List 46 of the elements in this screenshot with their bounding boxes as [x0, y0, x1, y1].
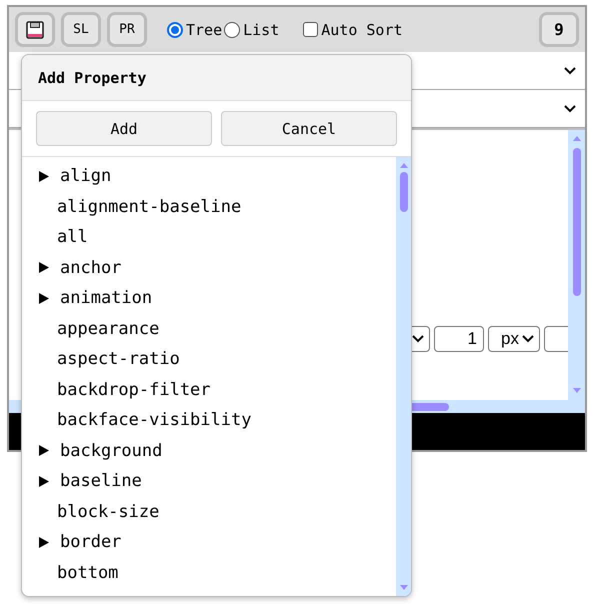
scroll-down-icon[interactable]: [398, 584, 408, 592]
property-item[interactable]: bottom: [57, 562, 118, 583]
dialog-title: Add Property: [38, 68, 146, 86]
vertical-scrollbar[interactable]: [568, 130, 585, 413]
chevron-icon: [563, 104, 577, 114]
dialog-button[interactable]: Cancel: [221, 111, 397, 146]
scroll-down-icon[interactable]: [572, 387, 582, 395]
toolbar-button[interactable]: SL: [61, 12, 101, 47]
property-item[interactable]: appearance: [57, 318, 160, 339]
property-item[interactable]: block-size: [57, 502, 160, 522]
count-button[interactable]: 9: [539, 12, 579, 47]
auto-sort-checkbox[interactable]: Auto Sort: [303, 20, 403, 38]
property-item[interactable]: backdrop-filter: [57, 380, 211, 400]
property-item[interactable]: anchor: [60, 258, 122, 278]
property-item[interactable]: all: [57, 227, 88, 248]
property-item[interactable]: alignment-baseline: [57, 196, 242, 217]
save-button[interactable]: [15, 12, 55, 47]
save-icon: [26, 20, 44, 38]
unit-dropdown[interactable]: px: [488, 326, 540, 352]
expand-arrow-icon[interactable]: [38, 474, 50, 488]
view-radio[interactable]: Tree: [167, 20, 222, 38]
scroll-thumb[interactable]: [572, 148, 580, 296]
chevron-icon: [411, 334, 425, 344]
expand-arrow-icon[interactable]: [38, 170, 50, 183]
expand-arrow-icon[interactable]: [38, 292, 50, 305]
vertical-scrollbar[interactable]: [396, 157, 411, 596]
number-field[interactable]: 1: [434, 326, 484, 352]
property-item[interactable]: animation: [60, 288, 152, 308]
scroll-up-icon[interactable]: [572, 134, 582, 142]
property-item[interactable]: border: [60, 532, 122, 552]
scroll-thumb[interactable]: [409, 403, 449, 411]
property-item[interactable]: backface-visibility: [57, 410, 252, 430]
chevron-icon: [563, 66, 577, 76]
expand-arrow-icon[interactable]: [38, 536, 50, 549]
property-item[interactable]: aspect-ratio: [57, 349, 180, 370]
toolbar-button[interactable]: PR: [107, 12, 147, 47]
property-item[interactable]: baseline: [60, 471, 142, 492]
expand-arrow-icon[interactable]: [38, 444, 50, 458]
chevron-icon: [521, 334, 535, 344]
expand-arrow-icon[interactable]: [38, 261, 50, 274]
view-radio[interactable]: List: [224, 20, 280, 38]
property-item[interactable]: align: [60, 166, 112, 186]
scroll-up-icon[interactable]: [398, 161, 408, 169]
property-item[interactable]: background: [60, 440, 162, 461]
scroll-thumb[interactable]: [400, 172, 408, 212]
dialog-button[interactable]: Add: [36, 111, 212, 146]
